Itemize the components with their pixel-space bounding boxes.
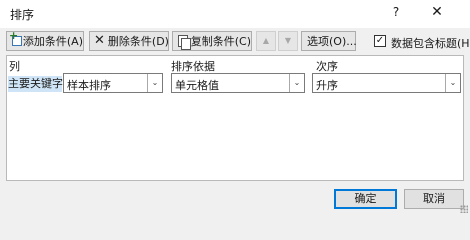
- column-select-value: 样本排序: [67, 79, 111, 92]
- order-select[interactable]: 升序 ⌄: [312, 73, 461, 93]
- move-up-button[interactable]: ▲: [256, 31, 276, 51]
- options-button[interactable]: 选项(O)...: [301, 31, 357, 51]
- copy-condition-label: 复制条件(C): [190, 35, 251, 48]
- header-checkbox-label[interactable]: 数据包含标题(H): [391, 35, 470, 51]
- chevron-down-icon[interactable]: ⌄: [445, 74, 460, 92]
- cancel-button[interactable]: 取消: [404, 189, 464, 209]
- delete-condition-button[interactable]: ✕ 删除条件(D): [89, 31, 169, 51]
- add-level-icon: [9, 29, 22, 48]
- close-button[interactable]: ✕: [429, 4, 445, 22]
- move-down-button[interactable]: ▼: [278, 31, 298, 51]
- add-condition-label: 添加条件(A): [22, 35, 83, 48]
- sort-on-select-value: 单元格值: [175, 79, 219, 92]
- copy-condition-button[interactable]: 复制条件(C): [172, 31, 252, 51]
- title-bar: 排序 ? ✕: [0, 0, 470, 28]
- chevron-down-icon[interactable]: ⌄: [147, 74, 162, 92]
- column-select[interactable]: 样本排序 ⌄: [63, 73, 163, 93]
- grid-header: 列 排序依据 次序: [7, 58, 463, 73]
- chevron-down-icon[interactable]: ⌄: [289, 74, 304, 92]
- sort-on-header: 排序依据: [171, 60, 215, 73]
- column-header: 列: [9, 60, 20, 73]
- sort-level-label[interactable]: 主要关键字: [8, 76, 63, 92]
- dialog-title: 排序: [10, 8, 35, 22]
- resize-grip[interactable]: [460, 205, 468, 213]
- sort-on-select[interactable]: 单元格值 ⌄: [171, 73, 305, 93]
- delete-condition-label: 删除条件(D): [107, 35, 169, 48]
- order-select-value: 升序: [316, 79, 338, 92]
- header-checkbox[interactable]: ✓: [374, 35, 386, 47]
- add-condition-button[interactable]: 添加条件(A): [6, 29, 84, 51]
- copy-icon: [177, 34, 191, 50]
- ok-button[interactable]: 确定: [334, 189, 397, 209]
- delete-x-icon: ✕: [94, 33, 105, 48]
- help-button[interactable]: ?: [389, 5, 403, 21]
- order-header: 次序: [316, 60, 338, 73]
